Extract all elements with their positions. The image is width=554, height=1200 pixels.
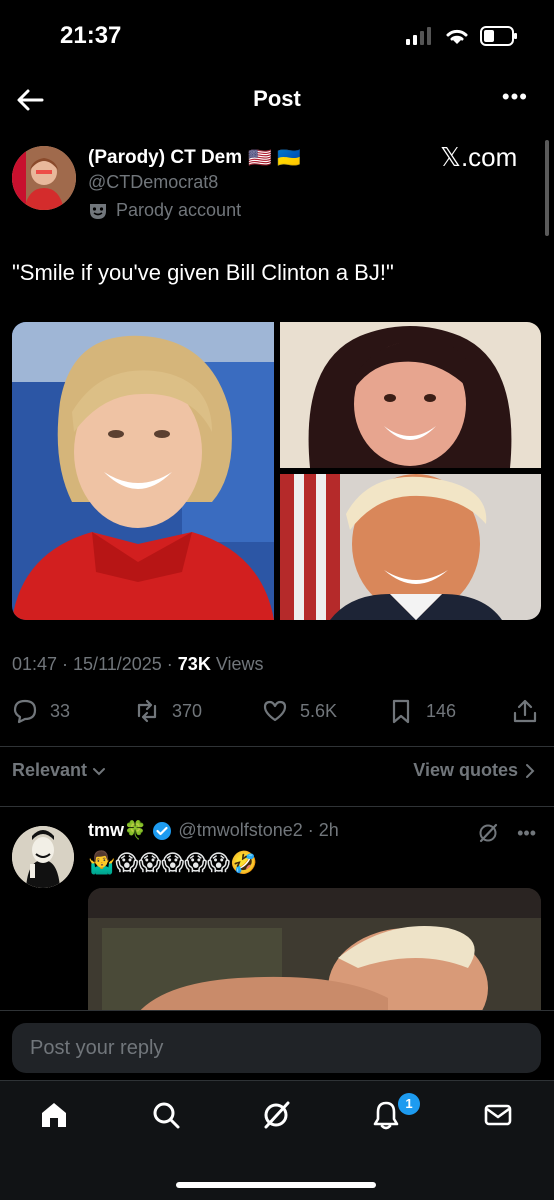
scrollbar[interactable] [545, 140, 549, 236]
tab-grok[interactable] [260, 1099, 296, 1135]
share-icon [513, 699, 537, 723]
reply-text: 🤷‍♂️😱😱😱😱😱🤣 [88, 850, 258, 875]
sort-relevant-label: Relevant [12, 760, 88, 780]
sort-relevant-dropdown[interactable]: Relevant [12, 760, 107, 781]
wifi-icon [446, 29, 468, 44]
media-image-2[interactable] [280, 322, 541, 468]
tab-home[interactable] [38, 1099, 74, 1135]
top-nav: Post ••• [0, 72, 554, 128]
divider [0, 806, 554, 807]
bookmark-count: 146 [426, 700, 457, 721]
media-image-1[interactable] [12, 322, 274, 620]
bookmark-icon [392, 699, 410, 724]
repost-button[interactable]: 370 [134, 698, 202, 724]
reply-count: 33 [50, 700, 71, 721]
reply-input[interactable]: Post your reply [12, 1023, 541, 1073]
chevron-right-icon [526, 763, 535, 778]
verified-badge-icon [153, 821, 172, 840]
media-image-3[interactable] [280, 474, 541, 620]
author-name[interactable]: (Parody) CT Dem 🇺🇸 🇺🇦 [88, 146, 301, 170]
more-options-icon[interactable]: ••• [502, 84, 528, 110]
notifications-badge: 1 [398, 1093, 420, 1115]
status-bar: 21:37 [0, 0, 554, 72]
reply-actions-top: ••• [477, 822, 536, 844]
divider [0, 746, 554, 747]
author-flags: 🇺🇸 🇺🇦 [248, 148, 301, 169]
heart-icon [263, 700, 287, 722]
home-icon [42, 1103, 66, 1127]
bookmark-button[interactable]: 146 [388, 698, 456, 724]
reply-icon [13, 699, 37, 724]
tab-search[interactable] [150, 1099, 186, 1135]
status-time: 21:37 [60, 22, 122, 49]
page-title: Post [253, 86, 301, 111]
like-button[interactable]: 5.6K [262, 698, 337, 724]
search-icon [153, 1102, 180, 1129]
like-count: 5.6K [300, 700, 338, 721]
x-com-badge: 𝕏.com [440, 142, 518, 172]
views-label: Views [210, 654, 264, 674]
author-avatar[interactable] [12, 146, 76, 210]
repost-icon [137, 699, 157, 723]
parody-label: Parody account [88, 200, 241, 221]
parody-label-text: Parody account [116, 200, 242, 220]
grok-icon [264, 1101, 290, 1129]
repost-count: 370 [172, 700, 203, 721]
grok-icon[interactable] [477, 822, 499, 844]
view-quotes-label: View quotes [413, 760, 518, 780]
reply-more-icon[interactable]: ••• [517, 823, 536, 844]
reply-handle-time[interactable]: @tmwolfstone2 · 2h [178, 820, 338, 841]
reply-button[interactable]: 33 [12, 698, 70, 724]
views-count: 73K [177, 654, 211, 674]
author-handle[interactable]: @CTDemocrat8 [88, 172, 218, 193]
tab-notifications[interactable]: 1 [370, 1093, 420, 1135]
post-media-grid [12, 322, 541, 620]
tab-messages[interactable] [482, 1099, 518, 1135]
reply-header: tmw🍀 @tmwolfstone2 · 2h [88, 820, 339, 841]
author-name-text: (Parody) CT Dem [88, 147, 243, 168]
status-icons [406, 26, 518, 46]
chevron-down-icon [93, 767, 106, 775]
view-quotes-link[interactable]: View quotes [413, 760, 536, 781]
post-timestamp: 01:47 · 15/11/2025 · [12, 654, 178, 674]
theater-mask-icon [90, 203, 106, 219]
compose-bar: Post your reply [0, 1010, 554, 1080]
share-button[interactable] [512, 698, 538, 724]
home-indicator[interactable] [176, 1182, 376, 1188]
reply-author-name[interactable]: tmw🍀 [88, 820, 146, 841]
post-text: "Smile if you've given Bill Clinton a BJ… [12, 260, 394, 285]
mail-icon [484, 1104, 512, 1126]
signal-icon [406, 27, 431, 45]
post-actions: 33 370 5.6K 146 [12, 698, 542, 732]
reply-media[interactable] [88, 888, 541, 1028]
battery-icon [480, 26, 517, 46]
post-meta: 01:47 · 15/11/2025 · 73K Views [12, 654, 264, 675]
reply-avatar[interactable] [12, 826, 74, 888]
